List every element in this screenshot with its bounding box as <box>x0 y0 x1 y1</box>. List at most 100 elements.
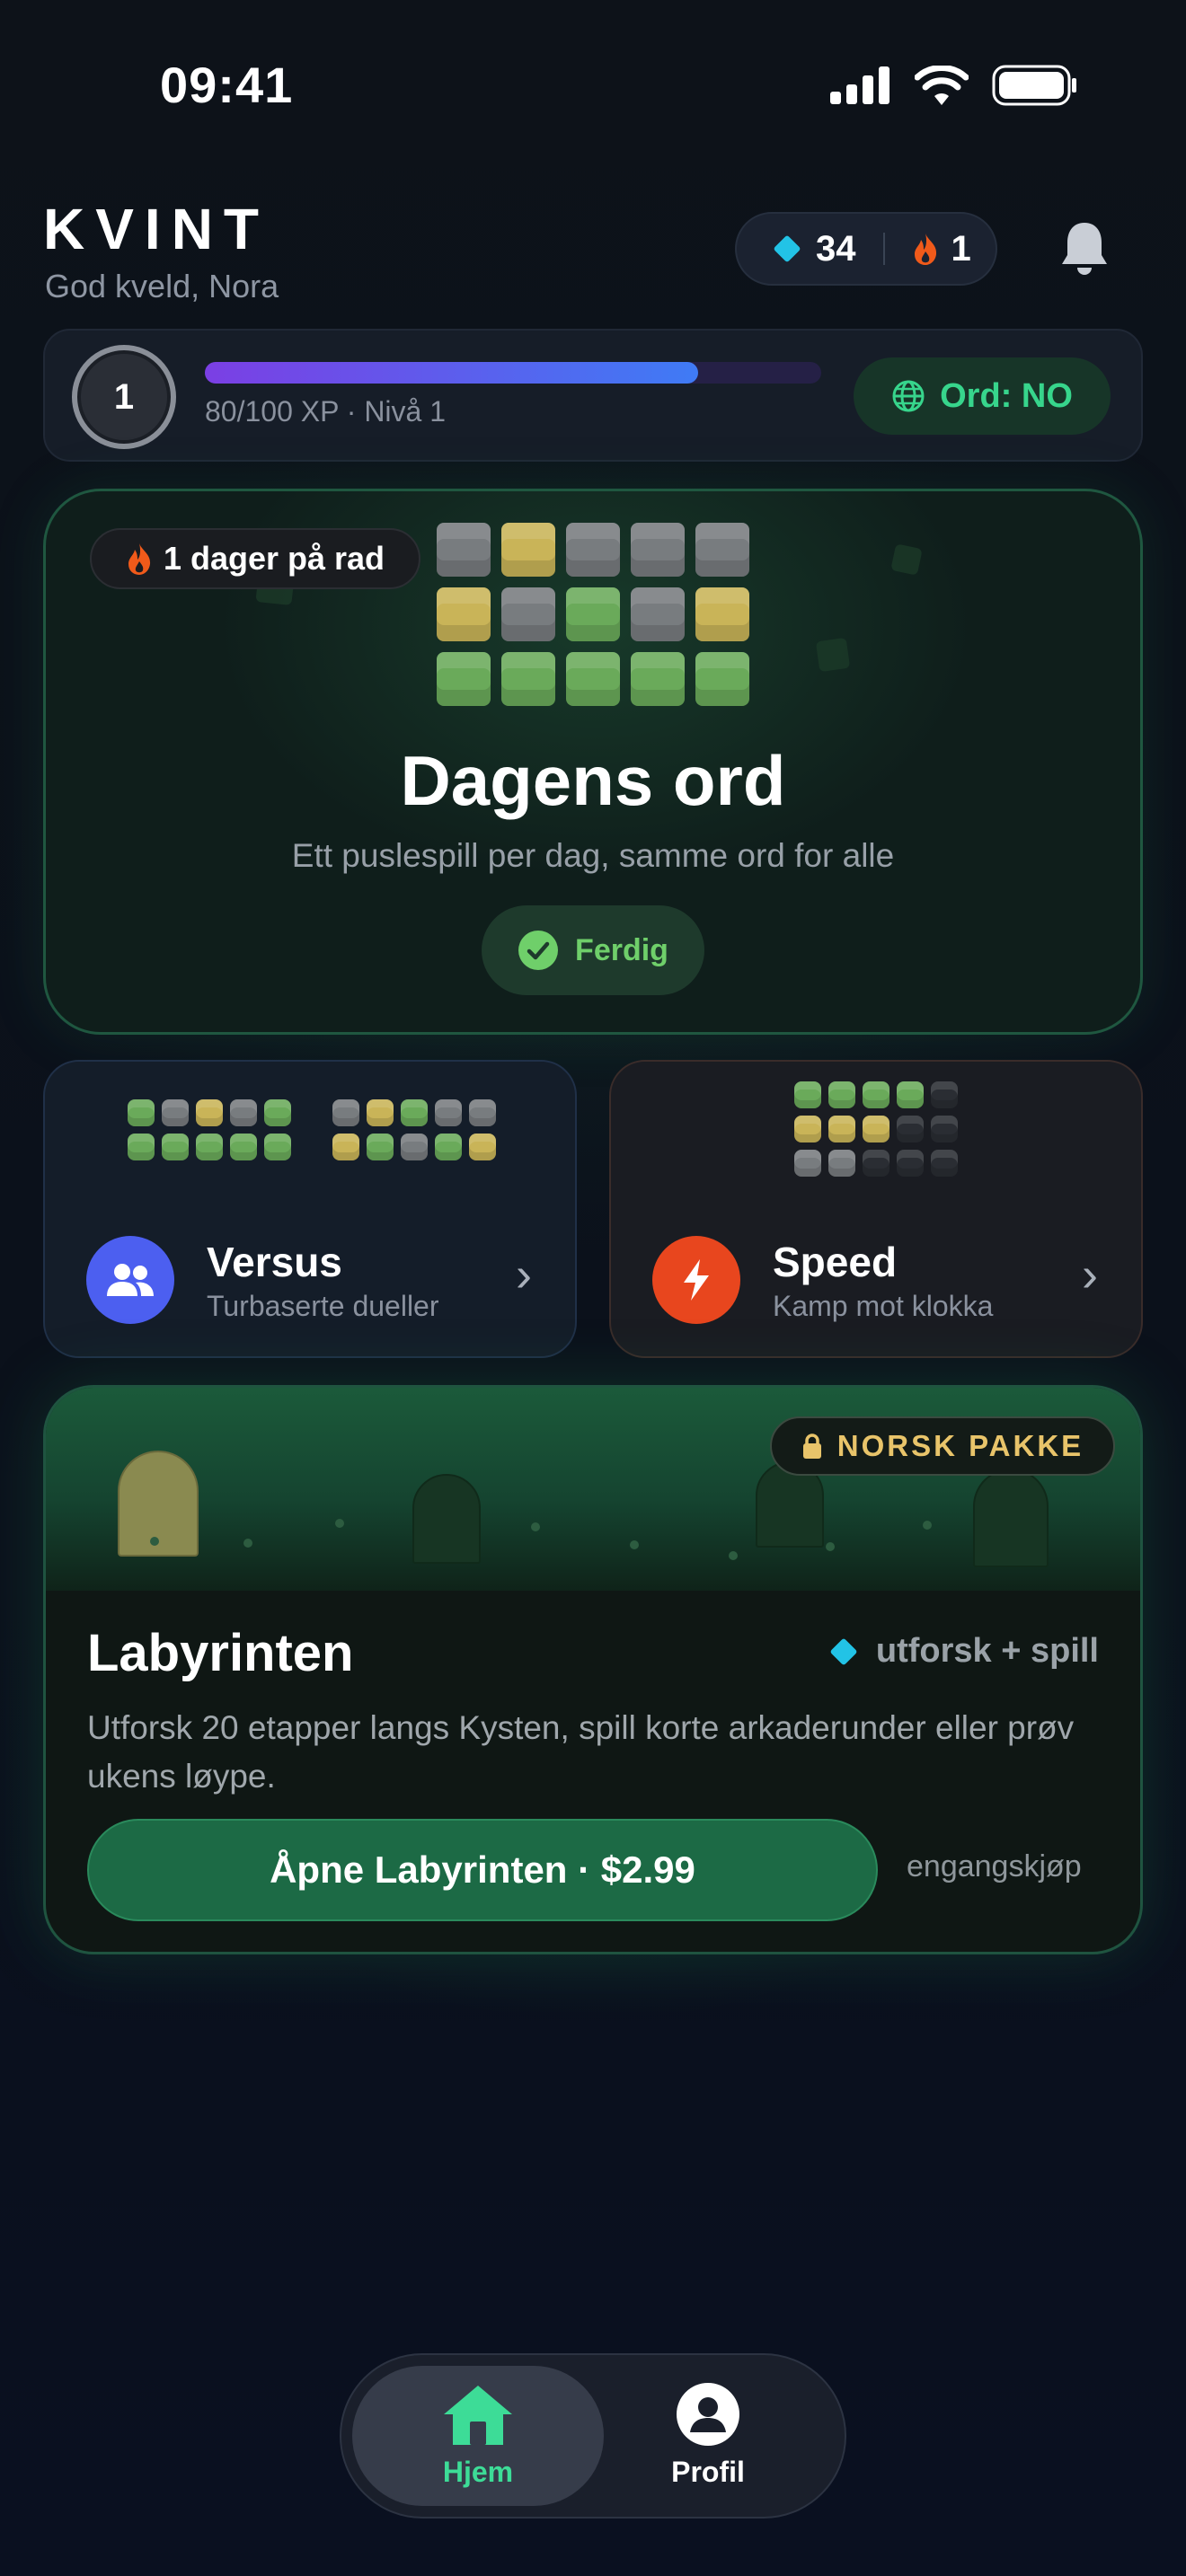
cellular-signal-icon <box>830 66 890 104</box>
checkmark-circle-icon <box>518 931 559 970</box>
daily-grid-tile <box>437 652 491 706</box>
xp-text: 80/100 XP · Nivå 1 <box>205 395 447 428</box>
daily-grid-tile <box>566 587 620 641</box>
versus-preview-tile <box>264 1134 291 1160</box>
daily-grid-tile <box>695 523 749 577</box>
daily-subtitle: Ett puslespill per dag, samme ord for al… <box>291 837 895 874</box>
versus-preview-tile <box>332 1099 359 1126</box>
status-time: 09:41 <box>160 57 294 113</box>
battery-icon <box>992 65 1076 106</box>
language-label: Ord: NO <box>940 376 1073 415</box>
status-icons <box>830 65 1078 106</box>
globe-icon <box>892 380 925 412</box>
path-dot <box>826 1542 835 1551</box>
speed-preview-tile <box>863 1081 890 1108</box>
speed-preview-tile <box>828 1150 855 1177</box>
norsk-pack-badge: NORSK PAKKE <box>770 1416 1115 1476</box>
versus-preview-tile <box>162 1134 189 1160</box>
level-badge: 1 <box>72 345 176 449</box>
chevron-right-icon: › <box>516 1248 532 1301</box>
tab-profile[interactable]: Profil <box>582 2382 834 2489</box>
profile-icon <box>677 2383 739 2446</box>
open-labyrinth-label: Åpne Labyrinten · $2.99 <box>270 1848 695 1891</box>
language-selector[interactable]: Ord: NO <box>854 357 1111 435</box>
daily-grid-tile <box>631 652 685 706</box>
versus-preview-tile <box>128 1134 155 1160</box>
speed-preview-tile <box>794 1150 821 1177</box>
versus-preview-tile <box>401 1134 428 1160</box>
versus-preview-tile <box>367 1099 394 1126</box>
speed-preview-tile <box>863 1150 890 1177</box>
chevron-right-icon: › <box>1082 1248 1098 1301</box>
daily-grid-tile <box>501 587 555 641</box>
daily-grid-tile <box>695 587 749 641</box>
currency-streak-pill[interactable]: 34 1 <box>735 212 997 286</box>
daily-grid-tile <box>566 523 620 577</box>
versus-preview-tile <box>367 1134 394 1160</box>
tab-home-label: Hjem <box>442 2456 514 2488</box>
labyrinth-card[interactable]: NORSK PAKKE Labyrinten utforsk + spill U… <box>43 1385 1143 1954</box>
speed-preview-tile <box>897 1116 924 1142</box>
daily-grid-tile <box>695 652 749 706</box>
speed-preview-tile <box>794 1081 821 1108</box>
tab-home[interactable]: Hjem <box>352 2382 604 2489</box>
lock-icon <box>802 1434 821 1459</box>
speed-subtitle: Kamp mot klokka <box>773 1290 994 1322</box>
streak-count: 1 <box>951 228 971 269</box>
level-number: 1 <box>113 376 135 417</box>
daily-grid-tile <box>501 652 555 706</box>
speed-preview-tile <box>828 1081 855 1108</box>
versus-preview-tile <box>196 1134 223 1160</box>
versus-preview-tile <box>469 1099 496 1126</box>
speed-preview-tile <box>863 1116 890 1142</box>
daily-status-button[interactable]: Ferdig <box>482 905 704 995</box>
wifi-icon <box>915 66 969 105</box>
versus-preview-tile <box>332 1134 359 1160</box>
labyrinth-tag-label: utforsk + spill <box>875 1632 1099 1670</box>
speed-mode-card[interactable]: Speed Kamp mot klokka › <box>609 1060 1143 1358</box>
daily-grid-tile <box>566 652 620 706</box>
path-dot <box>150 1537 159 1546</box>
versus-preview-tile <box>162 1099 189 1126</box>
labyrinth-title: Labyrinten <box>87 1624 354 1682</box>
app-logo: KVINT <box>43 197 270 261</box>
xp-progress-fill <box>205 362 698 384</box>
speed-preview-tile <box>897 1150 924 1177</box>
speed-preview-tile <box>931 1081 958 1108</box>
path-dot <box>243 1539 252 1548</box>
tab-profile-label: Profil <box>671 2456 745 2488</box>
diamond-icon <box>774 235 801 262</box>
versus-preview-tile <box>435 1099 462 1126</box>
versus-preview-tile <box>469 1134 496 1160</box>
daily-grid-tile <box>437 587 491 641</box>
versus-preview-tile <box>230 1134 257 1160</box>
streak-badge: 1 dager på rad <box>90 528 420 589</box>
versus-preview-tile <box>196 1099 223 1126</box>
daily-title: Dagens ord <box>400 741 786 820</box>
daily-grid-tile <box>631 587 685 641</box>
flame-icon <box>914 234 936 265</box>
versus-subtitle: Turbaserte dueller <box>207 1290 439 1322</box>
speed-preview-tile <box>828 1116 855 1142</box>
decorative-tile <box>815 637 851 673</box>
versus-preview-tile <box>264 1099 291 1126</box>
path-dot <box>923 1521 932 1530</box>
versus-title: Versus <box>207 1239 342 1285</box>
labyrinth-description: Utforsk 20 etapper langs Kysten, spill k… <box>87 1709 1075 1795</box>
speed-title: Speed <box>773 1239 898 1285</box>
versus-mode-card[interactable]: Versus Turbaserte dueller › <box>43 1060 577 1358</box>
daily-grid-tile <box>437 523 491 577</box>
bell-icon[interactable] <box>1051 216 1118 282</box>
open-labyrinth-button[interactable]: Åpne Labyrinten · $2.99 <box>87 1819 878 1921</box>
pack-badge-label: NORSK PAKKE <box>836 1429 1084 1462</box>
door-illustration <box>973 1469 1049 1567</box>
diamond-icon <box>830 1638 857 1664</box>
path-dot <box>729 1551 738 1560</box>
flame-icon <box>128 543 151 575</box>
purchase-note: engangskjøp <box>907 1849 1082 1883</box>
daily-status-label: Ferdig <box>575 932 668 967</box>
pill-divider <box>882 233 885 265</box>
users-icon <box>86 1236 174 1324</box>
path-dot <box>335 1519 344 1528</box>
home-icon <box>444 2386 512 2445</box>
